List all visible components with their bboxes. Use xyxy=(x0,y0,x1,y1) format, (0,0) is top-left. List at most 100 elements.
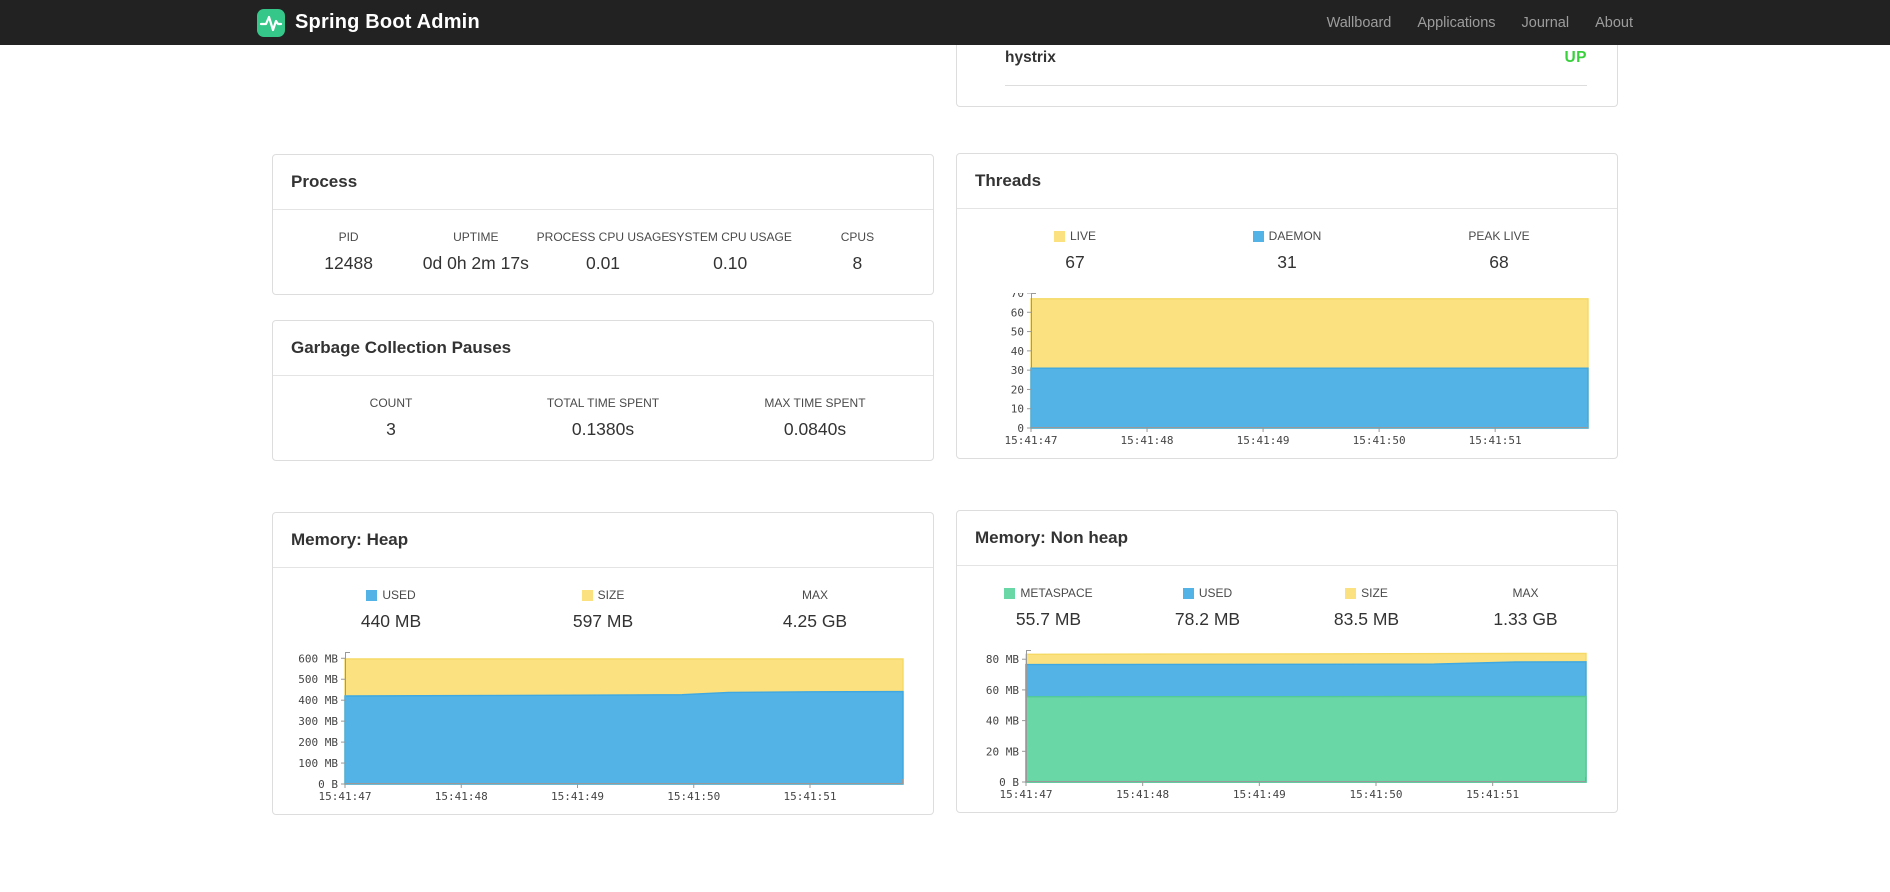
heap-chart-wrap: 0 B 100 MB 200 MB 300 MB 400 MB 500 MB 600 MB 1… xyxy=(273,652,933,814)
svg-text:15:41:47: 15:41:47 xyxy=(1005,434,1058,447)
health-row-hystrix: hystrix UP xyxy=(1005,45,1587,86)
stat-gc-max-label: MAX TIME SPENT xyxy=(764,396,866,410)
stat-nonheap-used-label: USED xyxy=(1128,586,1287,600)
svg-text:600 MB: 600 MB xyxy=(298,652,338,665)
legend-swatch-size xyxy=(581,589,593,601)
legend-swatch-used xyxy=(366,589,378,601)
legend-swatch-nonheap-used xyxy=(1182,587,1194,599)
nav-item-journal[interactable]: Journal xyxy=(1509,15,1583,31)
stat-system-cpu-value: 0.10 xyxy=(713,253,748,273)
threads-panel: Threads LIVE 67 DAEMON 31 PEAK LIVE 68 0… xyxy=(956,153,1618,459)
threads-panel-title: Threads xyxy=(957,154,1617,209)
stat-nonheap-max: MAX 1.33 GB xyxy=(1446,586,1605,630)
svg-text:15:41:51: 15:41:51 xyxy=(784,790,837,803)
stat-nonheap-metaspace-label: METASPACE xyxy=(969,586,1128,600)
gc-stats: COUNT 3 TOTAL TIME SPENT 0.1380s MAX TIM… xyxy=(273,376,933,460)
svg-text:15:41:48: 15:41:48 xyxy=(1116,788,1169,801)
stat-gc-max: MAX TIME SPENT 0.0840s xyxy=(709,396,921,440)
legend-swatch-nonheap-size xyxy=(1345,587,1357,599)
svg-text:500 MB: 500 MB xyxy=(298,673,338,686)
threads-chart: 01020304050607015:41:47 15:41:48 15:41:49 1… xyxy=(1005,293,1589,447)
svg-text:15:41:50: 15:41:50 xyxy=(1350,788,1403,801)
stat-gc-max-value: 0.0840s xyxy=(783,419,847,439)
svg-text:20 MB: 20 MB xyxy=(986,745,1019,758)
stat-threads-live-value: 67 xyxy=(1065,252,1085,272)
gc-panel-title: Garbage Collection Pauses xyxy=(273,321,933,376)
brand-logo-icon xyxy=(257,8,285,37)
stat-threads-peak-label: PEAK LIVE xyxy=(1468,229,1530,243)
nav-item-about[interactable]: About xyxy=(1582,15,1633,31)
stat-gc-total: TOTAL TIME SPENT 0.1380s xyxy=(497,396,709,440)
svg-text:20: 20 xyxy=(1011,383,1024,396)
stat-system-cpu: SYSTEM CPU USAGE 0.10 xyxy=(667,230,794,274)
legend-swatch-metaspace xyxy=(1004,587,1016,599)
nav-item-wallboard[interactable]: Wallboard xyxy=(1314,15,1405,31)
stat-heap-size-label: SIZE xyxy=(497,588,709,602)
svg-text:15:41:47: 15:41:47 xyxy=(319,790,372,803)
svg-text:50: 50 xyxy=(1011,326,1024,339)
nonheap-chart: 0 B20 MB40 MB60 MB80 MB15:41:47 15:41:48 1… xyxy=(986,650,1587,801)
service-name: hystrix xyxy=(1005,49,1056,66)
stat-gc-count-label: COUNT xyxy=(369,396,413,410)
svg-text:60 MB: 60 MB xyxy=(986,684,1019,697)
stat-nonheap-size: SIZE 83.5 MB xyxy=(1287,586,1446,630)
stat-heap-size-value: 597 MB xyxy=(572,611,634,631)
svg-text:10: 10 xyxy=(1011,403,1024,416)
status-badge: UP xyxy=(1564,49,1587,66)
threads-chart-wrap: 0 10 20 30 40 50 60 70 15:41:47 15:41:48 15:41:49 1… xyxy=(957,293,1617,458)
stat-heap-used-value: 440 MB xyxy=(360,611,422,631)
top-navbar: Spring Boot Admin Wallboard Applications… xyxy=(0,0,1890,45)
heap-chart: 0 B100 MB200 MB300 MB400 MB500 MB600 MB1… xyxy=(298,652,904,803)
stat-process-cpu: PROCESS CPU USAGE 0.01 xyxy=(536,230,670,274)
stat-gc-count: COUNT 3 xyxy=(285,396,497,440)
stat-nonheap-max-label: MAX xyxy=(1512,586,1539,600)
stat-pid: PID 12488 xyxy=(285,230,412,274)
svg-text:200 MB: 200 MB xyxy=(298,736,338,749)
svg-text:100 MB: 100 MB xyxy=(298,757,338,770)
stat-uptime-label: UPTIME xyxy=(453,230,499,244)
nonheap-panel: Memory: Non heap METASPACE 55.7 MB USED … xyxy=(956,510,1618,813)
svg-text:15:41:51: 15:41:51 xyxy=(1469,434,1522,447)
stat-nonheap-used-value: 78.2 MB xyxy=(1174,609,1241,629)
stat-process-cpu-label: PROCESS CPU USAGE xyxy=(536,230,670,244)
main-content: Process PID 12488 UPTIME 0d 0h 2m 17s PR… xyxy=(272,45,1618,815)
stat-heap-max-value: 4.25 GB xyxy=(782,611,848,631)
svg-text:15:41:47: 15:41:47 xyxy=(1000,788,1053,801)
stat-process-cpu-value: 0.01 xyxy=(585,253,621,273)
svg-text:15:41:49: 15:41:49 xyxy=(1233,788,1286,801)
nonheap-stats: METASPACE 55.7 MB USED 78.2 MB SIZE 83.5… xyxy=(957,566,1617,650)
legend-swatch-daemon xyxy=(1252,230,1264,242)
stat-heap-max-label: MAX xyxy=(801,588,828,602)
stat-heap-used-label: USED xyxy=(285,588,497,602)
stat-threads-daemon: DAEMON 31 xyxy=(1181,229,1393,273)
legend-swatch-live xyxy=(1053,230,1065,242)
stat-cpus-value: 8 xyxy=(852,253,863,273)
svg-text:400 MB: 400 MB xyxy=(298,694,338,707)
brand-link[interactable]: Spring Boot Admin xyxy=(257,8,480,37)
heap-panel: Memory: Heap USED 440 MB SIZE 597 MB MAX… xyxy=(272,512,934,815)
svg-text:15:41:49: 15:41:49 xyxy=(1237,434,1290,447)
navbar-links: Wallboard Applications Journal About xyxy=(1314,15,1633,31)
stat-gc-count-value: 3 xyxy=(386,419,396,439)
svg-text:300 MB: 300 MB xyxy=(298,715,338,728)
svg-text:15:41:48: 15:41:48 xyxy=(435,790,488,803)
svg-text:70: 70 xyxy=(1011,293,1024,300)
svg-text:15:41:49: 15:41:49 xyxy=(551,790,604,803)
stat-system-cpu-label: SYSTEM CPU USAGE xyxy=(668,230,792,244)
svg-text:15:41:51: 15:41:51 xyxy=(1466,788,1519,801)
stat-threads-peak: PEAK LIVE 68 xyxy=(1393,229,1605,273)
right-column: hystrix UP Threads LIVE 67 DAEMON 31 PEA… xyxy=(956,45,1618,815)
process-stats: PID 12488 UPTIME 0d 0h 2m 17s PROCESS CP… xyxy=(273,210,933,294)
svg-text:80 MB: 80 MB xyxy=(986,653,1019,666)
health-panel: hystrix UP xyxy=(956,45,1618,107)
nav-item-applications[interactable]: Applications xyxy=(1404,15,1508,31)
stat-nonheap-max-value: 1.33 GB xyxy=(1493,609,1558,629)
stat-threads-peak-value: 68 xyxy=(1489,252,1509,272)
stat-uptime-value: 0d 0h 2m 17s xyxy=(422,253,529,273)
stat-cpus: CPUS 8 xyxy=(794,230,921,274)
svg-text:15:41:48: 15:41:48 xyxy=(1121,434,1174,447)
stat-gc-total-value: 0.1380s xyxy=(571,419,635,439)
svg-text:15:41:50: 15:41:50 xyxy=(1353,434,1406,447)
stat-uptime: UPTIME 0d 0h 2m 17s xyxy=(412,230,539,274)
stat-nonheap-used: USED 78.2 MB xyxy=(1128,586,1287,630)
